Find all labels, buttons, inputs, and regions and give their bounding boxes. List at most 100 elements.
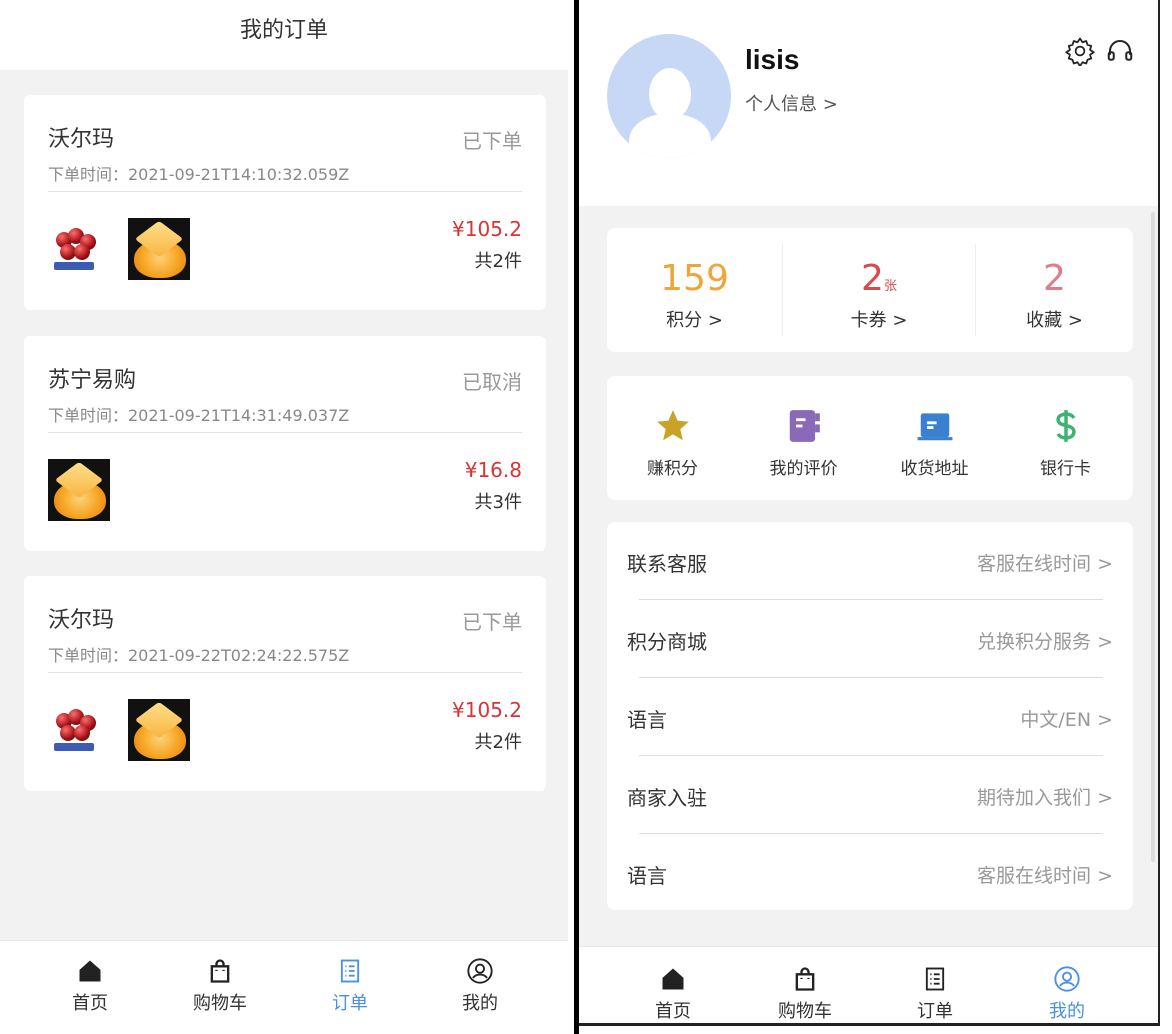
menu-item-value: 兑换积分服务 > [977, 631, 1113, 653]
menu-item-customer-service[interactable]: 联系客服 客服在线时间 > [607, 522, 1133, 600]
shipping-address-button[interactable]: 收货地址 [869, 376, 1000, 500]
points-value: 159 [660, 258, 729, 299]
product-thumbnails [48, 217, 208, 281]
scrollbar[interactable] [1151, 212, 1155, 862]
menu-item-points-mall[interactable]: 积分商城 兑换积分服务 > [607, 600, 1133, 678]
shortcut-label: 银行卡 [1040, 459, 1091, 479]
shortcut-label: 收货地址 [900, 459, 969, 479]
cherry-product-image [48, 218, 110, 280]
coupons-value: 2张 [783, 258, 975, 299]
menu-item-value: 客服在线时间 > [977, 553, 1113, 575]
menu-item-value: 期待加入我们 > [977, 787, 1113, 809]
shortcut-label: 我的评价 [769, 459, 838, 479]
menu-item-value: 中文/EN > [1020, 709, 1113, 731]
menu-item-language[interactable]: 语言 客服在线时间 > [607, 834, 1133, 910]
order-item-count: 共2件 [474, 251, 522, 272]
tab-label: 首页 [655, 1001, 691, 1022]
tab-home[interactable]: 首页 [40, 941, 140, 1034]
tab-label: 首页 [72, 993, 108, 1014]
tab-mine[interactable]: 我的 [430, 941, 530, 1034]
orange-product-image [128, 218, 190, 280]
star-icon [657, 410, 689, 441]
orange-product-image [48, 459, 110, 521]
profile-info-link[interactable]: 个人信息 > [745, 90, 838, 116]
tab-mine[interactable]: 我的 [1017, 947, 1117, 1034]
order-price: ¥105.2 [452, 217, 522, 241]
coupons-unit: 张 [883, 279, 897, 294]
menu-item-value: 客服在线时间 > [977, 865, 1113, 887]
shop-name: 苏宁易购 [48, 368, 137, 393]
bank-card-button[interactable]: 银行卡 [1000, 376, 1131, 500]
bottom-tab-bar: 首页 购物车 订单 我的 [0, 940, 568, 1034]
order-card[interactable]: 苏宁易购 已取消 下单时间：2021-09-21T14:31:49.037Z ¥… [24, 336, 546, 551]
avatar[interactable] [607, 34, 731, 158]
order-card[interactable]: 沃尔玛 已下单 下单时间：2021-09-22T02:24:22.575Z ¥1… [24, 576, 546, 791]
divider [48, 432, 522, 433]
orange-product-image [128, 699, 190, 761]
tab-label: 我的 [1049, 1001, 1085, 1022]
order-item-count: 共2件 [474, 732, 522, 753]
user-circle-icon [1054, 966, 1080, 992]
product-thumbnails [48, 458, 128, 522]
divider [48, 191, 522, 192]
menu-item-merchant-join[interactable]: 商家入驻 期待加入我们 > [607, 756, 1133, 834]
order-status: 已下单 [462, 129, 522, 153]
order-status: 已取消 [462, 370, 522, 394]
address-card-icon [917, 413, 953, 441]
tab-label: 订单 [917, 1001, 953, 1022]
order-price: ¥105.2 [452, 698, 522, 722]
points-stat[interactable]: 159 积分 > [607, 228, 782, 352]
shop-name: 沃尔玛 [48, 608, 115, 633]
menu-item-label: 积分商城 [627, 630, 707, 654]
tab-label: 我的 [462, 993, 498, 1014]
coupons-label: 卡券 > [850, 310, 908, 331]
menu-item-label: 联系客服 [627, 552, 707, 576]
order-status: 已下单 [462, 610, 522, 634]
gear-icon[interactable] [1065, 36, 1095, 66]
favorites-label: 收藏 > [1026, 310, 1083, 331]
menu-item-label: 商家入驻 [627, 786, 707, 810]
settings-menu: 联系客服 客服在线时间 > 积分商城 兑换积分服务 > 语言 中文/EN > 商… [607, 522, 1133, 910]
menu-item-label: 语言 [627, 708, 667, 732]
coupons-stat[interactable]: 2张 卡券 > [783, 228, 975, 352]
profile-screen: lisis 个人信息 > 159 积分 > 2张 卡券 > 2 收藏 > 赚积分… [579, 0, 1160, 1026]
cherry-product-image [48, 699, 110, 761]
home-icon [79, 960, 101, 982]
shortcut-label: 赚积分 [647, 459, 698, 479]
tab-label: 订单 [332, 993, 368, 1014]
order-price: ¥16.8 [464, 458, 522, 482]
order-card[interactable]: 沃尔玛 已下单 下单时间：2021-09-21T14:10:32.059Z ¥1… [24, 95, 546, 310]
menu-item-language[interactable]: 语言 中文/EN > [607, 678, 1133, 756]
user-circle-icon [467, 958, 493, 984]
menu-item-label: 语言 [627, 864, 667, 888]
username: lisis [745, 44, 800, 75]
tab-label: 购物车 [193, 993, 247, 1014]
tab-label: 购物车 [778, 1001, 832, 1022]
order-time: 下单时间：2021-09-21T14:10:32.059Z [48, 165, 350, 184]
tab-orders[interactable]: 订单 [885, 947, 985, 1034]
orders-screen: 我的订单 沃尔玛 已下单 下单时间：2021-09-21T14:10:32.05… [0, 0, 568, 1034]
coupons-count: 2 [861, 258, 884, 299]
points-label: 积分 > [666, 310, 723, 331]
page-title: 我的订单 [0, 0, 568, 70]
order-item-count: 共3件 [474, 492, 522, 513]
order-time: 下单时间：2021-09-22T02:24:22.575Z [48, 646, 350, 665]
tab-orders[interactable]: 订单 [300, 941, 400, 1034]
favorites-value: 2 [1043, 258, 1066, 299]
tab-home[interactable]: 首页 [623, 947, 723, 1034]
bottom-tab-bar: 首页 购物车 订单 我的 [579, 946, 1158, 1023]
shortcut-card: 赚积分 我的评价 收货地址 银行卡 [607, 376, 1133, 500]
my-reviews-button[interactable]: 我的评价 [738, 376, 869, 500]
profile-header: lisis 个人信息 > [579, 0, 1158, 206]
tab-cart[interactable]: 购物车 [170, 941, 270, 1034]
divider [48, 672, 522, 673]
tab-cart[interactable]: 购物车 [755, 947, 855, 1034]
dollar-icon [1056, 410, 1076, 442]
shopping-bag-icon [795, 967, 815, 991]
earn-points-button[interactable]: 赚积分 [607, 376, 738, 500]
order-list-icon [340, 959, 360, 983]
headset-icon[interactable] [1105, 36, 1135, 66]
product-thumbnails [48, 698, 208, 762]
home-icon [662, 968, 684, 990]
favorites-stat[interactable]: 2 收藏 > [976, 228, 1133, 352]
